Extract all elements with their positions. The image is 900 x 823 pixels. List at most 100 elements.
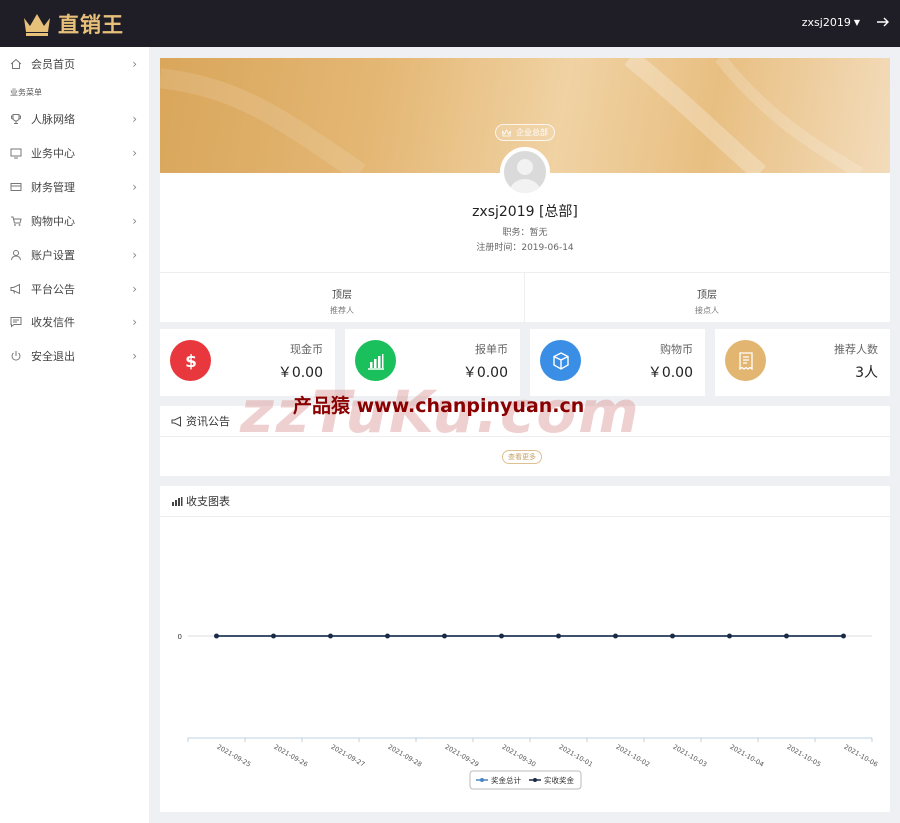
referrer-label: 推荐人 [330, 306, 354, 315]
sidebar-item-home[interactable]: 会员首页 › [0, 47, 149, 81]
data-point [328, 633, 333, 639]
data-point [556, 633, 561, 639]
bar-chart-icon [172, 496, 183, 506]
data-point [214, 633, 219, 639]
stat-icon-circle: $ [170, 340, 211, 381]
stat-card-shopping[interactable]: 购物币 ￥0.00 [530, 329, 705, 396]
sidebar-item-label: 购物中心 [31, 215, 75, 228]
sidebar-item-network[interactable]: 人脉网络 › [0, 102, 149, 136]
sidebar-item-label: 平台公告 [31, 283, 75, 296]
data-point [385, 633, 390, 639]
contact-value: 顶层 [697, 290, 717, 301]
x-tick-label: 2021-09-25 [216, 743, 253, 769]
home-icon [10, 58, 22, 69]
stat-label: 现金币 [290, 343, 323, 356]
stat-label: 报单币 [475, 343, 508, 356]
data-point [841, 633, 846, 639]
data-point [442, 633, 447, 639]
chevron-right-icon: › [132, 146, 137, 160]
sidebar-item-announcements[interactable]: 平台公告 › [0, 272, 149, 306]
data-point [784, 633, 789, 639]
divider [160, 272, 890, 273]
sidebar-item-label: 人脉网络 [31, 113, 75, 126]
user-avatar-icon [509, 159, 541, 193]
stat-icon-circle [355, 340, 396, 381]
logout-icon[interactable] [876, 14, 890, 30]
chart-title: 收支图表 [186, 495, 230, 508]
x-tick-label: 2021-09-27 [330, 743, 367, 769]
chevron-right-icon: › [132, 248, 137, 262]
message-icon [10, 317, 22, 328]
x-tick-label: 2021-10-04 [729, 743, 766, 769]
x-tick-label: 2021-10-01 [558, 743, 595, 769]
sidebar-item-label: 收发信件 [31, 316, 75, 329]
referrer-value: 顶层 [332, 290, 352, 301]
sidebar: 会员首页 › 业务菜单 人脉网络 › 业务中心 › 财务管理 › 购物中心 › … [0, 47, 149, 823]
sidebar-item-logout[interactable]: 安全退出 › [0, 339, 149, 373]
cart-icon [11, 216, 22, 226]
box-icon [552, 351, 569, 370]
stat-value: ￥0.00 [462, 365, 508, 381]
receipt-icon [738, 351, 753, 370]
stat-icon-circle [725, 340, 766, 381]
sidebar-item-finance[interactable]: 财务管理 › [0, 170, 149, 204]
x-tick-label: 2021-09-28 [387, 743, 424, 769]
card-icon [10, 183, 22, 191]
panel-title: 资讯公告 [186, 415, 230, 428]
x-tick-label: 2021-10-06 [843, 743, 880, 769]
dollar-icon: $ [185, 352, 197, 371]
svg-text:$: $ [185, 352, 197, 371]
sidebar-item-account[interactable]: 账户设置 › [0, 238, 149, 272]
sidebar-item-label: 会员首页 [31, 58, 75, 71]
stat-label: 推荐人数 [834, 343, 878, 356]
crown-icon [502, 128, 511, 136]
data-point [499, 633, 504, 639]
stat-card-cash[interactable]: $ 现金币 ￥0.00 [160, 329, 335, 396]
panel-header: 资讯公告 [160, 406, 890, 437]
sidebar-item-label: 财务管理 [31, 181, 75, 194]
monitor-icon [10, 148, 22, 159]
org-badge: 企业总部 [495, 124, 555, 141]
profile-name: zxsj2019 [总部] [472, 204, 578, 220]
data-point [271, 633, 276, 639]
power-icon [11, 351, 21, 361]
sidebar-item-shopping[interactable]: 购物中心 › [0, 204, 149, 238]
stat-value: ￥0.00 [647, 365, 693, 381]
stat-icon-circle [540, 340, 581, 381]
profile-register-date: 注册时间：2019-06-14 [476, 243, 574, 253]
badge-label: 企业总部 [516, 128, 548, 137]
logo[interactable]: 直销王 [22, 8, 124, 40]
stat-value: 3人 [855, 365, 878, 381]
sidebar-item-messages[interactable]: 收发信件 › [0, 305, 149, 339]
data-point [613, 633, 618, 639]
profile-position: 职务：暂无 [502, 228, 548, 238]
contact-block: 顶层 接点人 [525, 286, 889, 316]
chevron-right-icon: › [132, 112, 137, 126]
panel-header: 收支图表 [160, 486, 890, 517]
legend-label: 实收奖金 [544, 775, 574, 785]
crown-icon [24, 14, 50, 36]
x-tick-label: 2021-09-26 [273, 743, 310, 769]
sidebar-section-label: 业务菜单 [10, 88, 42, 97]
data-point [670, 633, 675, 639]
user-dropdown[interactable]: zxsj2019 ▼ [802, 16, 860, 29]
caret-down-icon: ▼ [853, 18, 860, 27]
legend-label: 奖金总计 [491, 775, 521, 785]
profile-card: 企业总部 zxsj2019 [总部] 职务：暂无 注册时间：2019-06-14… [160, 58, 890, 322]
megaphone-icon [10, 283, 20, 295]
x-tick-label: 2021-09-30 [501, 743, 538, 769]
legend-marker [533, 778, 537, 782]
contact-label: 接点人 [695, 306, 719, 315]
referrer-block: 顶层 推荐人 [160, 286, 524, 316]
stat-value: ￥0.00 [277, 365, 323, 381]
username-label: zxsj2019 [801, 16, 851, 29]
stat-card-referrals[interactable]: 推荐人数 3人 [715, 329, 890, 396]
bar-chart-icon [367, 353, 384, 370]
stat-card-order[interactable]: 报单币 ￥0.00 [345, 329, 520, 396]
x-tick-label: 2021-10-05 [786, 743, 823, 769]
trophy-icon [11, 114, 21, 124]
sidebar-item-business[interactable]: 业务中心 › [0, 136, 149, 170]
view-more-button[interactable]: 查看更多 [502, 450, 542, 464]
avatar[interactable] [500, 147, 550, 197]
x-tick-label: 2021-09-29 [444, 743, 481, 769]
